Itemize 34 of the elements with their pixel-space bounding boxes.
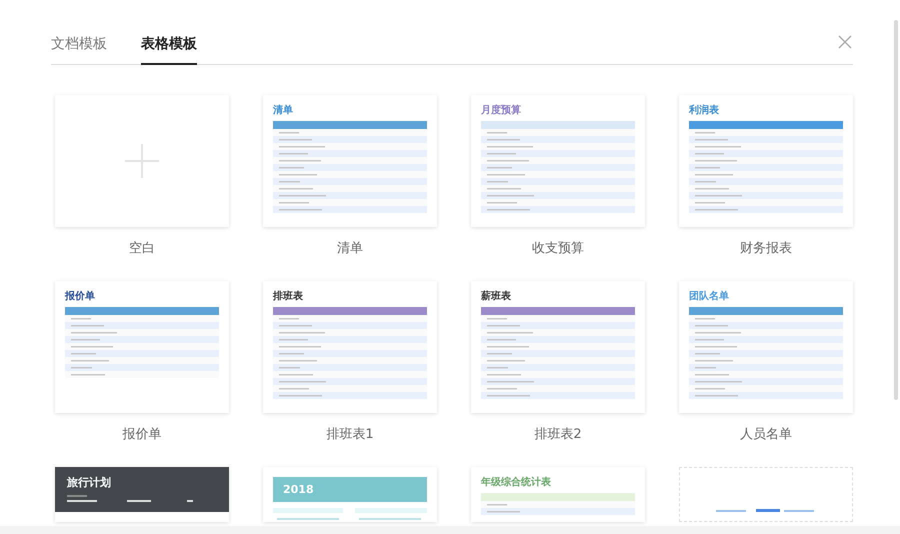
preview-title: 团队名单 bbox=[689, 290, 730, 303]
template-name: 清单 bbox=[337, 240, 363, 257]
template-card[interactable]: 报价单 bbox=[55, 281, 229, 413]
template-card[interactable]: 排班表 bbox=[263, 281, 437, 413]
close-icon[interactable] bbox=[837, 34, 853, 50]
template-card[interactable]: 月度预算 bbox=[471, 95, 645, 227]
scrollbar[interactable] bbox=[894, 20, 898, 400]
template-name: 人员名单 bbox=[740, 426, 792, 443]
template-card[interactable]: 团队名单 bbox=[679, 281, 853, 413]
template-name: 收支预算 bbox=[532, 240, 584, 257]
preview-title: 月度预算 bbox=[481, 103, 522, 117]
template-card[interactable]: 薪班表 bbox=[471, 281, 645, 413]
preview-title: 旅行计划 bbox=[67, 475, 112, 490]
tab[interactable]: 表格模板 bbox=[141, 35, 197, 65]
template-name: 排班表2 bbox=[534, 426, 582, 443]
template-card[interactable]: 年级综合统计表 bbox=[471, 467, 645, 522]
template-card[interactable]: 清单 bbox=[263, 95, 437, 227]
preview-title: 利润表 bbox=[689, 103, 720, 117]
blank-template-card[interactable] bbox=[55, 95, 229, 227]
template-card[interactable]: 旅行计划 bbox=[55, 467, 229, 522]
template-card[interactable]: 利润表 bbox=[679, 95, 853, 227]
tab[interactable]: 文档模板 bbox=[51, 35, 107, 65]
preview-title: 2018 bbox=[283, 483, 315, 496]
preview-title: 排班表 bbox=[273, 290, 304, 303]
plus-icon bbox=[125, 144, 159, 178]
template-name: 财务报表 bbox=[740, 240, 792, 257]
preview-title: 清单 bbox=[273, 104, 294, 117]
more-templates-card[interactable] bbox=[679, 467, 853, 522]
preview-title: 报价单 bbox=[65, 290, 96, 303]
preview-title: 年级综合统计表 bbox=[481, 476, 552, 489]
preview-title: 薪班表 bbox=[481, 290, 512, 303]
template-name: 排班表1 bbox=[326, 426, 374, 443]
template-name: 空白 bbox=[129, 240, 155, 257]
template-name: 报价单 bbox=[122, 426, 162, 443]
